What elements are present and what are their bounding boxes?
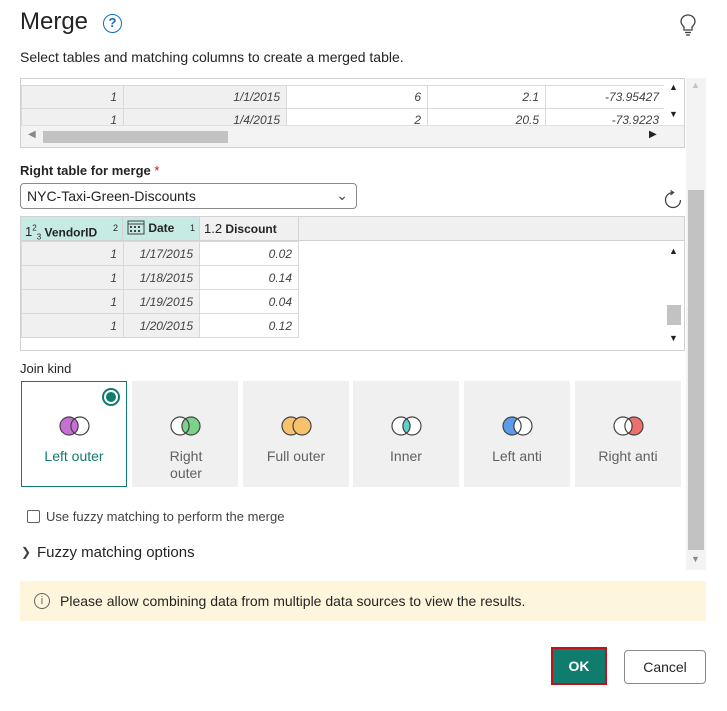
info-message: Please allow combining data from multipl… [60, 593, 526, 609]
right-outer-join-icon [170, 416, 201, 436]
join-option-left-outer[interactable]: Left outer [21, 381, 127, 487]
calendar-icon [127, 220, 145, 235]
join-option-full-outer[interactable]: Full outer [243, 381, 349, 487]
table-cell[interactable]: 1 [21, 289, 124, 314]
radio-selected-icon [102, 388, 120, 406]
chevron-right-icon[interactable]: ❯ [21, 545, 31, 559]
right-table-select[interactable]: NYC-Taxi-Green-Discounts ⌄ [20, 183, 357, 209]
column-header-vendorid[interactable]: 123 VendorID 2 [21, 217, 123, 242]
scroll-down-arrow[interactable]: ▼ [669, 333, 678, 343]
scrollbar-thumb[interactable] [688, 190, 704, 550]
table-header: 123 VendorID 2 Date 1 1.2 Discount [21, 217, 684, 242]
table-cell[interactable]: -73.95427 [545, 85, 666, 109]
scroll-left-arrow[interactable]: ◀ [28, 129, 36, 140]
column-header-discount[interactable]: 1.2 Discount [200, 217, 299, 240]
table-row[interactable]: 1 1/19/2015 0.04 [21, 289, 299, 314]
table-row[interactable]: 1 1/20/2015 0.12 [21, 313, 299, 338]
scroll-down-arrow[interactable]: ▼ [669, 109, 678, 119]
table-row[interactable]: 1 1/1/2015 6 2.1 -73.95427 [21, 85, 666, 109]
join-option-right-anti[interactable]: Right anti [575, 381, 681, 487]
scroll-right-arrow[interactable]: ▶ [649, 129, 657, 140]
table-cell[interactable]: 0.04 [199, 289, 299, 314]
table-row[interactable]: 1 1/18/2015 0.14 [21, 265, 299, 290]
join-option-inner[interactable]: Inner [353, 381, 459, 487]
refresh-icon[interactable] [663, 190, 683, 210]
left-table-hscroll[interactable]: ◀ ▶ [21, 125, 684, 147]
join-option-right-outer[interactable]: Right outer [132, 381, 238, 487]
table-cell[interactable]: 1/17/2015 [123, 241, 200, 266]
table-cell[interactable]: 0.14 [199, 265, 299, 290]
help-icon[interactable]: ? [103, 14, 122, 33]
table-cell[interactable]: 1 [21, 241, 124, 266]
table-row[interactable]: 1 1/17/2015 0.02 [21, 241, 299, 266]
cancel-button[interactable]: Cancel [624, 650, 706, 684]
left-anti-join-icon [502, 416, 533, 436]
main-scrollbar[interactable]: ▲ ▼ [686, 78, 706, 570]
table-cell[interactable]: 1/1/2015 [123, 85, 287, 109]
scroll-up-arrow[interactable]: ▲ [691, 80, 700, 90]
full-outer-join-icon [281, 416, 312, 436]
inner-join-icon [391, 416, 422, 436]
scrollbar-thumb[interactable] [43, 131, 228, 143]
fuzzy-matching-checkbox-label[interactable]: Use fuzzy matching to perform the merge [46, 509, 284, 524]
table-cell[interactable]: 1/18/2015 [123, 265, 200, 290]
ok-button[interactable]: OK [551, 647, 607, 685]
scrollbar-thumb[interactable] [667, 305, 681, 325]
table-cell[interactable]: 6 [286, 85, 428, 109]
right-table-vscroll[interactable]: ▲ ▼ [664, 241, 684, 350]
right-anti-join-icon [613, 416, 644, 436]
table-cell[interactable]: 0.12 [199, 313, 299, 338]
left-table-vscroll[interactable]: ▲ ▼ [664, 79, 684, 127]
scroll-down-arrow[interactable]: ▼ [691, 554, 700, 564]
info-message-bar: i Please allow combining data from multi… [20, 581, 706, 621]
table-cell[interactable]: 0.02 [199, 241, 299, 266]
table-cell[interactable]: 1 [21, 265, 124, 290]
dialog-title: Merge [20, 8, 89, 35]
table-cell[interactable]: 1 [21, 313, 124, 338]
join-option-left-anti[interactable]: Left anti [464, 381, 570, 487]
column-header-date[interactable]: Date 1 [123, 217, 200, 240]
chevron-down-icon: ⌄ [336, 187, 348, 203]
info-icon: i [34, 593, 50, 609]
table-cell[interactable]: 1/19/2015 [123, 289, 200, 314]
fuzzy-options-toggle[interactable]: Fuzzy matching options [37, 544, 195, 561]
left-outer-join-icon [59, 416, 90, 436]
dialog-subtitle: Select tables and matching columns to cr… [20, 49, 404, 65]
table-cell[interactable]: 1/20/2015 [123, 313, 200, 338]
join-kind-label: Join kind [20, 361, 72, 376]
left-table-preview: 1 1/1/2015 6 2.1 -73.95427 1 1/4/2015 2 … [20, 78, 685, 148]
scroll-up-arrow[interactable]: ▲ [669, 246, 678, 256]
scroll-up-arrow[interactable]: ▲ [669, 82, 678, 92]
table-cell[interactable]: 2.1 [427, 85, 546, 109]
lightbulb-icon[interactable] [679, 13, 697, 37]
fuzzy-matching-checkbox[interactable] [27, 510, 40, 523]
table-cell[interactable]: 1 [21, 85, 124, 109]
decimal-type-icon: 1.2 [204, 221, 223, 236]
right-table-label: Right table for merge * [20, 163, 160, 178]
right-table-preview: 123 VendorID 2 Date 1 1.2 Discount 1 1/1… [20, 216, 685, 351]
whole-number-type-icon: 123 [25, 224, 42, 242]
